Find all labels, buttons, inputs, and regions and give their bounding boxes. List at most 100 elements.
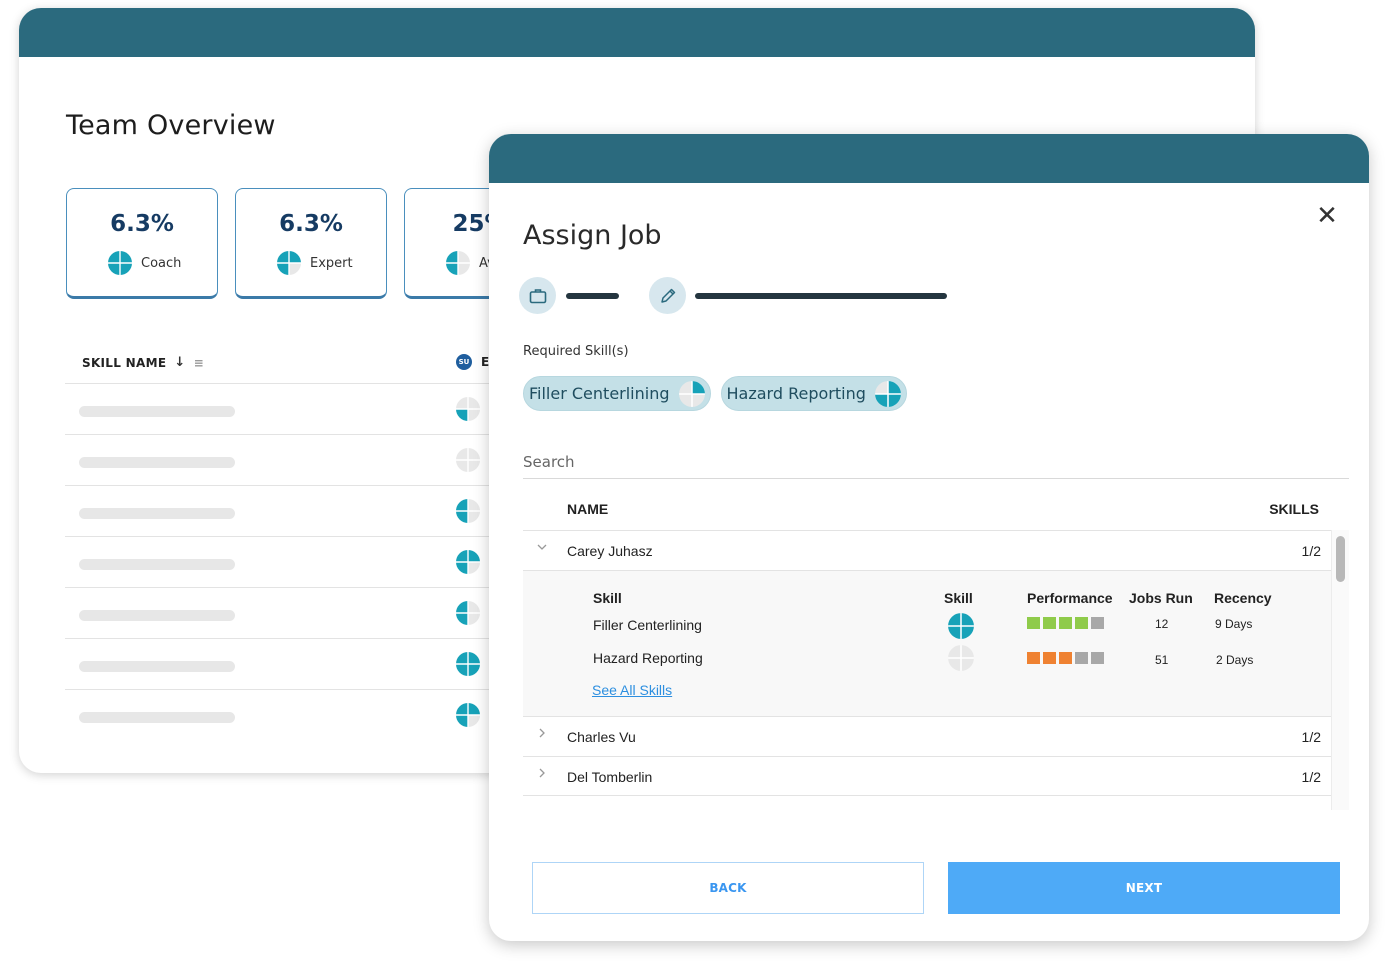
chevron-right-icon[interactable]: [536, 767, 548, 779]
table-row[interactable]: [65, 587, 505, 638]
pie-quadrant: [961, 626, 974, 639]
performance-block-filled: [1043, 617, 1056, 629]
list-item[interactable]: Carey Juhasz 1/2: [523, 530, 1331, 570]
filter-icon[interactable]: ≡: [194, 356, 204, 370]
skeleton-placeholder: [79, 406, 235, 417]
detail-header-recency: Recency: [1214, 590, 1272, 606]
next-button[interactable]: NEXT: [948, 862, 1340, 914]
scrollbar[interactable]: [1331, 530, 1349, 810]
performance-block-filled: [1059, 652, 1072, 664]
detail-jobs-run: 12: [1155, 617, 1169, 631]
required-skills-label: Required Skill(s): [523, 344, 629, 359]
skill-level-pie-icon: [446, 251, 470, 275]
pie-quadrant: [120, 251, 132, 263]
chevron-down-icon[interactable]: [536, 541, 548, 553]
stat-value: 6.3%: [279, 211, 343, 237]
pie-quadrant: [887, 393, 901, 407]
pie-quadrant: [277, 263, 289, 275]
person-name: Del Tomberlin: [567, 769, 653, 785]
person-name: Carey Juhasz: [567, 543, 653, 559]
avatar[interactable]: SU: [456, 354, 472, 370]
performance-block-empty: [1091, 652, 1104, 664]
pie-quadrant: [446, 251, 458, 263]
performance-block-filled: [1027, 617, 1040, 629]
pie-quadrant: [456, 550, 468, 562]
skill-level-pie-icon: [108, 251, 132, 275]
pie-quadrant: [468, 511, 480, 523]
people-list: Carey Juhasz 1/2 Skill Skill Performance…: [523, 530, 1349, 810]
skill-level-pie-icon: [456, 397, 480, 421]
pie-quadrant: [678, 380, 692, 394]
column-header-name[interactable]: NAME: [567, 501, 608, 517]
stat-card-coach[interactable]: 6.3% Coach: [66, 188, 218, 299]
performance-block-empty: [1091, 617, 1104, 629]
pie-quadrant: [948, 658, 961, 671]
pie-quadrant: [468, 499, 480, 511]
pie-quadrant: [468, 715, 480, 727]
pie-quadrant: [874, 380, 888, 394]
window-header-bar: [19, 8, 1255, 57]
pie-quadrant: [948, 645, 961, 658]
pie-quadrant: [456, 652, 468, 664]
skill-chip-filler-centerlining[interactable]: Filler Centerlining: [523, 376, 711, 411]
performance-block-filled: [1043, 652, 1056, 664]
pie-quadrant: [961, 645, 974, 658]
pie-quadrant: [468, 409, 480, 421]
table-row[interactable]: [65, 434, 505, 485]
stat-card-expert[interactable]: 6.3% Expert: [235, 188, 387, 299]
pie-quadrant: [948, 626, 961, 639]
pie-quadrant: [887, 380, 901, 394]
table-row[interactable]: [65, 485, 505, 536]
list-item[interactable]: Del Tomberlin 1/2: [523, 756, 1331, 796]
column-label: SKILL NAME: [82, 355, 167, 370]
pie-quadrant: [289, 251, 301, 263]
skill-level-pie-icon: [456, 448, 480, 472]
detail-header-jobs-run: Jobs Run: [1129, 590, 1193, 606]
pie-quadrant: [691, 380, 705, 394]
pie-quadrant: [456, 601, 468, 613]
modal-header-bar: [489, 134, 1369, 183]
pie-quadrant: [289, 263, 301, 275]
see-all-skills-link[interactable]: See All Skills: [592, 682, 672, 698]
list-item[interactable]: Charles Vu 1/2: [523, 716, 1331, 756]
chip-label: Hazard Reporting: [726, 384, 866, 403]
skill-level-pie-icon: [456, 499, 480, 523]
table-row[interactable]: [65, 689, 505, 740]
pie-quadrant: [691, 393, 705, 407]
pie-quadrant: [456, 664, 468, 676]
table-row[interactable]: [65, 383, 505, 434]
stat-value: 6.3%: [110, 211, 174, 237]
column-header-user: E: [481, 355, 490, 369]
search-input[interactable]: [523, 446, 1349, 479]
skill-level-pie-icon: [456, 601, 480, 625]
pie-quadrant: [456, 448, 468, 460]
pie-quadrant: [456, 460, 468, 472]
detail-header-skill: Skill: [593, 590, 622, 606]
pie-quadrant: [468, 397, 480, 409]
skill-chip-hazard-reporting[interactable]: Hazard Reporting: [720, 376, 907, 411]
skill-level-pie-icon: [874, 380, 901, 407]
arrow-down-icon[interactable]: ↓: [174, 355, 185, 370]
column-header-skill-name[interactable]: SKILL NAME ↓ ≡: [82, 355, 204, 370]
chevron-right-icon[interactable]: [536, 727, 548, 739]
skeleton-placeholder: [79, 661, 235, 672]
pie-quadrant: [468, 703, 480, 715]
column-header-skills[interactable]: SKILLS: [1269, 501, 1319, 517]
skill-table: [65, 383, 505, 740]
table-row[interactable]: [65, 536, 505, 587]
skill-level-pie-icon: [456, 703, 480, 727]
back-button[interactable]: BACK: [532, 862, 924, 914]
skeleton-placeholder: [79, 559, 235, 570]
scrollbar-thumb[interactable]: [1336, 536, 1345, 582]
pencil-icon[interactable]: [649, 277, 686, 314]
skill-level-pie-icon: [456, 550, 480, 574]
pie-quadrant: [108, 263, 120, 275]
detail-skill-name: Filler Centerlining: [593, 617, 702, 633]
job-name-redacted: [566, 292, 619, 299]
table-row[interactable]: [65, 638, 505, 689]
performance-block-filled: [1059, 617, 1072, 629]
detail-header-skill-level: Skill: [944, 590, 973, 606]
close-icon[interactable]: ✕: [1315, 203, 1339, 229]
pie-quadrant: [456, 499, 468, 511]
briefcase-icon: [519, 277, 556, 314]
